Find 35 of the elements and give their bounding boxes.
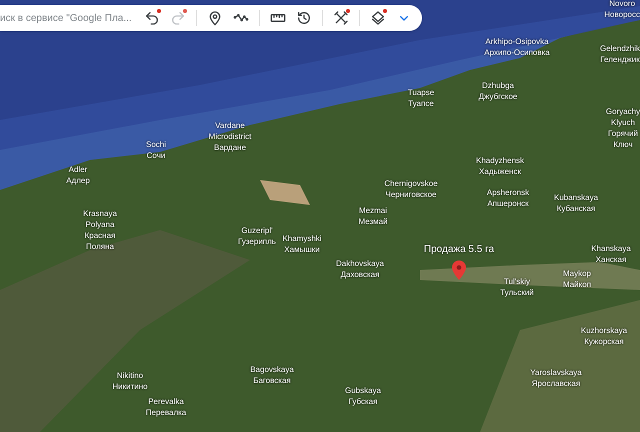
place-label: Gubskaya Губская — [344, 385, 382, 407]
satellite-map-drawing[interactable] — [0, 0, 640, 432]
place-label: Nikitino Никитино — [112, 370, 148, 392]
place-label: Mezmai Мезмай — [358, 205, 388, 227]
place-label: Kubanskaya Кубанская — [554, 192, 598, 214]
place-label: Maykop Майкоп — [562, 268, 592, 290]
crossed-tools-icon — [332, 10, 349, 26]
place-label: Goryachy Klyuch Горячий Ключ — [606, 106, 640, 150]
place-label: Adler Адлер — [66, 164, 90, 186]
place-label: Dakhovskaya Даховская — [336, 258, 384, 280]
place-label: Novoro Новоросс — [604, 0, 640, 20]
redo-icon — [170, 10, 186, 26]
place-label: Yaroslavskaya Ярославская — [530, 367, 582, 389]
layers-icon — [370, 10, 386, 26]
place-label: Sochi Сочи — [146, 139, 166, 161]
place-label: Guzeripl' Гузерипль — [238, 225, 276, 247]
place-label: Apsheronsk Апшеронск — [486, 187, 530, 209]
search-field[interactable]: иск в сервисе "Google Пла... — [0, 5, 140, 31]
place-label: Kuzhorskaya Кужорская — [580, 325, 628, 347]
place-label: Bagovskaya Баговская — [250, 364, 294, 386]
placemark-label[interactable]: Продажа 5.5 га — [424, 242, 494, 257]
undo-icon — [144, 10, 160, 26]
place-label: Tul'skiy Тульский — [500, 276, 534, 298]
place-label: Khamyshki Хамышки — [282, 233, 322, 255]
place-label: Gelendzhik Геленджик — [600, 43, 640, 65]
place-label: Chernigovskoe Черниговское — [384, 178, 438, 200]
place-label: Vardane Microdistrict Вардане — [208, 120, 252, 153]
place-label: Tuapse Туапсе — [408, 87, 434, 109]
place-label: Khanskaya Ханская — [591, 243, 631, 265]
place-label: Khadyzhensk Хадыженск — [476, 155, 524, 177]
place-label: Perevalka Перевалка — [146, 396, 186, 418]
place-label: Krasnaya Polyana Красная Поляна — [83, 208, 117, 252]
location-pin-icon — [206, 10, 223, 26]
place-label: Dzhubga Джубгское — [478, 80, 518, 102]
history-icon — [296, 10, 312, 26]
